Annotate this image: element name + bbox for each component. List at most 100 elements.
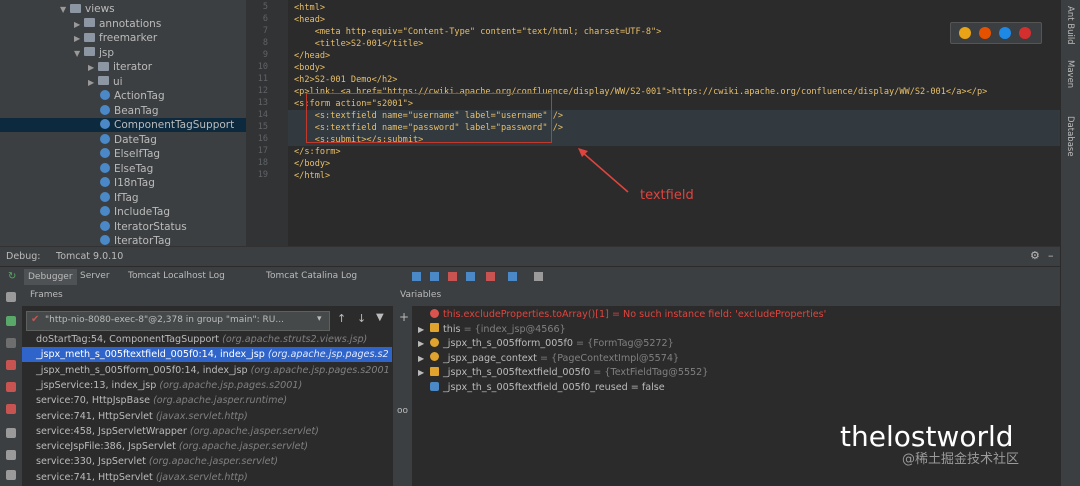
code-line[interactable]: <meta http-equiv="Content-Type" content=… — [294, 26, 662, 38]
filter-icon[interactable]: ▼ — [376, 312, 384, 323]
code-line[interactable]: <title>S2-001</title> — [294, 38, 424, 50]
code-line[interactable]: </html> — [294, 170, 330, 182]
minimize-icon[interactable]: – — [1048, 249, 1054, 262]
safari-icon[interactable] — [999, 27, 1011, 39]
add-watch-icon[interactable]: + — [399, 310, 409, 324]
tree-item[interactable]: ▶ iterator — [88, 60, 152, 74]
tree-item[interactable]: DateTag — [100, 133, 157, 147]
expanded-arrow-icon[interactable]: ▼ — [60, 3, 70, 17]
tab-debugger[interactable]: Debugger — [24, 269, 77, 285]
step-into-icon[interactable] — [430, 272, 439, 281]
frame-method: _jspService:13, index_jsp — [36, 379, 160, 391]
tree-item[interactable]: IteratorStatus — [100, 220, 187, 234]
tree-item[interactable]: IteratorTag — [100, 234, 171, 246]
stack-frame[interactable]: _jspService:13, index_jsp (org.apache.js… — [22, 378, 392, 393]
stack-frame[interactable]: doStartTag:54, ComponentTagSupport (org.… — [22, 332, 392, 347]
stack-frame[interactable]: service:458, JspServletWrapper (org.apac… — [22, 424, 392, 439]
tree-item[interactable]: BeanTag — [100, 104, 159, 118]
database-tab[interactable]: Database — [1065, 116, 1075, 157]
tree-item[interactable]: ComponentTagSupport — [0, 118, 246, 132]
tab-server[interactable]: Server — [80, 271, 110, 281]
stack-frame[interactable]: service:330, JspServlet (org.apache.jasp… — [22, 454, 392, 469]
tree-item[interactable]: ActionTag — [100, 89, 165, 103]
arrow-up-icon[interactable]: ↑ — [337, 312, 346, 325]
mute-breakpoints-icon[interactable] — [6, 404, 16, 414]
collapsed-arrow-icon[interactable]: ▶ — [74, 32, 84, 46]
opera-icon[interactable] — [1019, 27, 1031, 39]
frames-header: Frames — [22, 286, 392, 306]
folder-icon — [84, 32, 95, 42]
settings-icon[interactable] — [6, 470, 16, 480]
expanded-arrow-icon[interactable]: ▼ — [74, 47, 84, 61]
tab-catalina-log[interactable]: Tomcat Catalina Log — [266, 271, 357, 281]
firefox-icon[interactable] — [979, 27, 991, 39]
stack-frame[interactable]: service:741, HttpServlet (javax.servlet.… — [22, 470, 392, 485]
expand-arrow-icon[interactable]: ▶ — [418, 323, 430, 337]
tree-item[interactable]: ▼ jsp — [74, 46, 114, 60]
maven-tab[interactable]: Maven — [1065, 60, 1075, 88]
drop-frame-icon[interactable] — [486, 272, 495, 281]
thread-selector[interactable]: ✔ "http-nio-8080-exec-8"@2,378 in group … — [26, 311, 330, 331]
tree-item[interactable]: ▶ annotations — [74, 17, 161, 31]
expand-arrow-icon[interactable]: ▶ — [418, 337, 430, 351]
class-icon — [100, 104, 110, 115]
stack-frame[interactable]: service:741, HttpServlet (javax.servlet.… — [22, 409, 392, 424]
code-line[interactable]: <body> — [294, 62, 325, 74]
tree-item[interactable]: ▶ ui — [88, 75, 123, 89]
evaluate-icon[interactable] — [534, 272, 543, 281]
view-breakpoints-icon[interactable] — [6, 382, 16, 392]
pause-icon[interactable] — [6, 338, 16, 348]
code-line[interactable]: </s:form> — [294, 146, 341, 158]
stack-frame[interactable]: service:70, HttpJspBase (org.apache.jasp… — [22, 393, 392, 408]
line-number: 19 — [257, 170, 268, 180]
variable-row[interactable]: _jspx_th_s_005ftextfield_005f0_reused = … — [418, 381, 665, 395]
tree-item[interactable]: ▶ freemarker — [74, 31, 157, 45]
expand-arrow-icon[interactable]: ▶ — [418, 352, 430, 366]
collapsed-arrow-icon[interactable]: ▶ — [88, 61, 98, 75]
code-line[interactable]: <h2>S2-001 Demo</h2> — [294, 74, 397, 86]
step-out-icon[interactable] — [466, 272, 475, 281]
tree-item[interactable]: IfTag — [100, 191, 139, 205]
variable-row[interactable]: this.excludeProperties.toArray()[1] = No… — [418, 308, 826, 322]
glasses-icon[interactable]: oo — [397, 406, 408, 416]
code-line[interactable]: </head> — [294, 50, 330, 62]
tree-item[interactable]: I18nTag — [100, 176, 155, 190]
tree-item[interactable]: ▼ views — [60, 2, 115, 16]
tab-localhost-log[interactable]: Tomcat Localhost Log — [128, 271, 225, 281]
variable-row[interactable]: ▶ _jspx_th_s_005fform_005f0 = {FormTag@52… — [418, 337, 674, 351]
folder-icon — [98, 61, 109, 71]
collapsed-arrow-icon[interactable]: ▶ — [88, 76, 98, 90]
collapsed-arrow-icon[interactable]: ▶ — [74, 18, 84, 32]
code-line[interactable]: <head> — [294, 14, 325, 26]
frame-package: (org.apache.jasper.servlet) — [189, 425, 319, 437]
arrow-down-icon[interactable]: ↓ — [357, 312, 366, 325]
step-over-icon[interactable] — [412, 272, 421, 281]
gear-icon[interactable]: ⚙ — [1030, 249, 1040, 262]
camera-icon[interactable] — [6, 428, 16, 438]
resume-icon[interactable] — [6, 316, 16, 326]
variable-row[interactable]: ▶ _jspx_page_context = {PageContextImpl@5… — [418, 352, 679, 366]
run-to-cursor-icon[interactable] — [508, 272, 517, 281]
class-icon — [100, 119, 110, 129]
code-line[interactable]: <html> — [294, 2, 325, 14]
code-line[interactable]: </body> — [294, 158, 330, 170]
refresh-icon[interactable] — [6, 292, 16, 302]
chrome-icon[interactable] — [959, 27, 971, 39]
debug-config[interactable]: Tomcat 9.0.10 — [56, 251, 123, 262]
expand-arrow-icon[interactable]: ▶ — [418, 366, 430, 380]
tree-item[interactable]: ElseTag — [100, 162, 153, 176]
variable-row[interactable]: ▶ _jspx_th_s_005ftextfield_005f0 = {TextF… — [418, 366, 708, 380]
tree-item[interactable]: ElseIfTag — [100, 147, 160, 161]
layout-icon[interactable] — [6, 450, 16, 460]
debug-toolbar: ↻ Debugger Server Tomcat Localhost Log T… — [0, 266, 1060, 287]
variable-row[interactable]: ▶ this = {index_jsp@4566} — [418, 323, 566, 337]
stack-frame[interactable]: _jspx_meth_s_005fform_005f0:14, index_js… — [22, 363, 392, 378]
tree-item[interactable]: IncludeTag — [100, 205, 170, 219]
force-step-into-icon[interactable] — [448, 272, 457, 281]
stack-frame[interactable]: _jspx_meth_s_005ftextfield_005f0:14, ind… — [22, 347, 392, 363]
rerun-icon[interactable]: ↻ — [8, 271, 16, 282]
stack-frame[interactable]: serviceJspFile:386, JspServlet (org.apac… — [22, 439, 392, 454]
ant-build-tab[interactable]: Ant Build — [1065, 6, 1075, 45]
line-number: 18 — [257, 158, 268, 168]
stop-icon[interactable] — [6, 360, 16, 370]
